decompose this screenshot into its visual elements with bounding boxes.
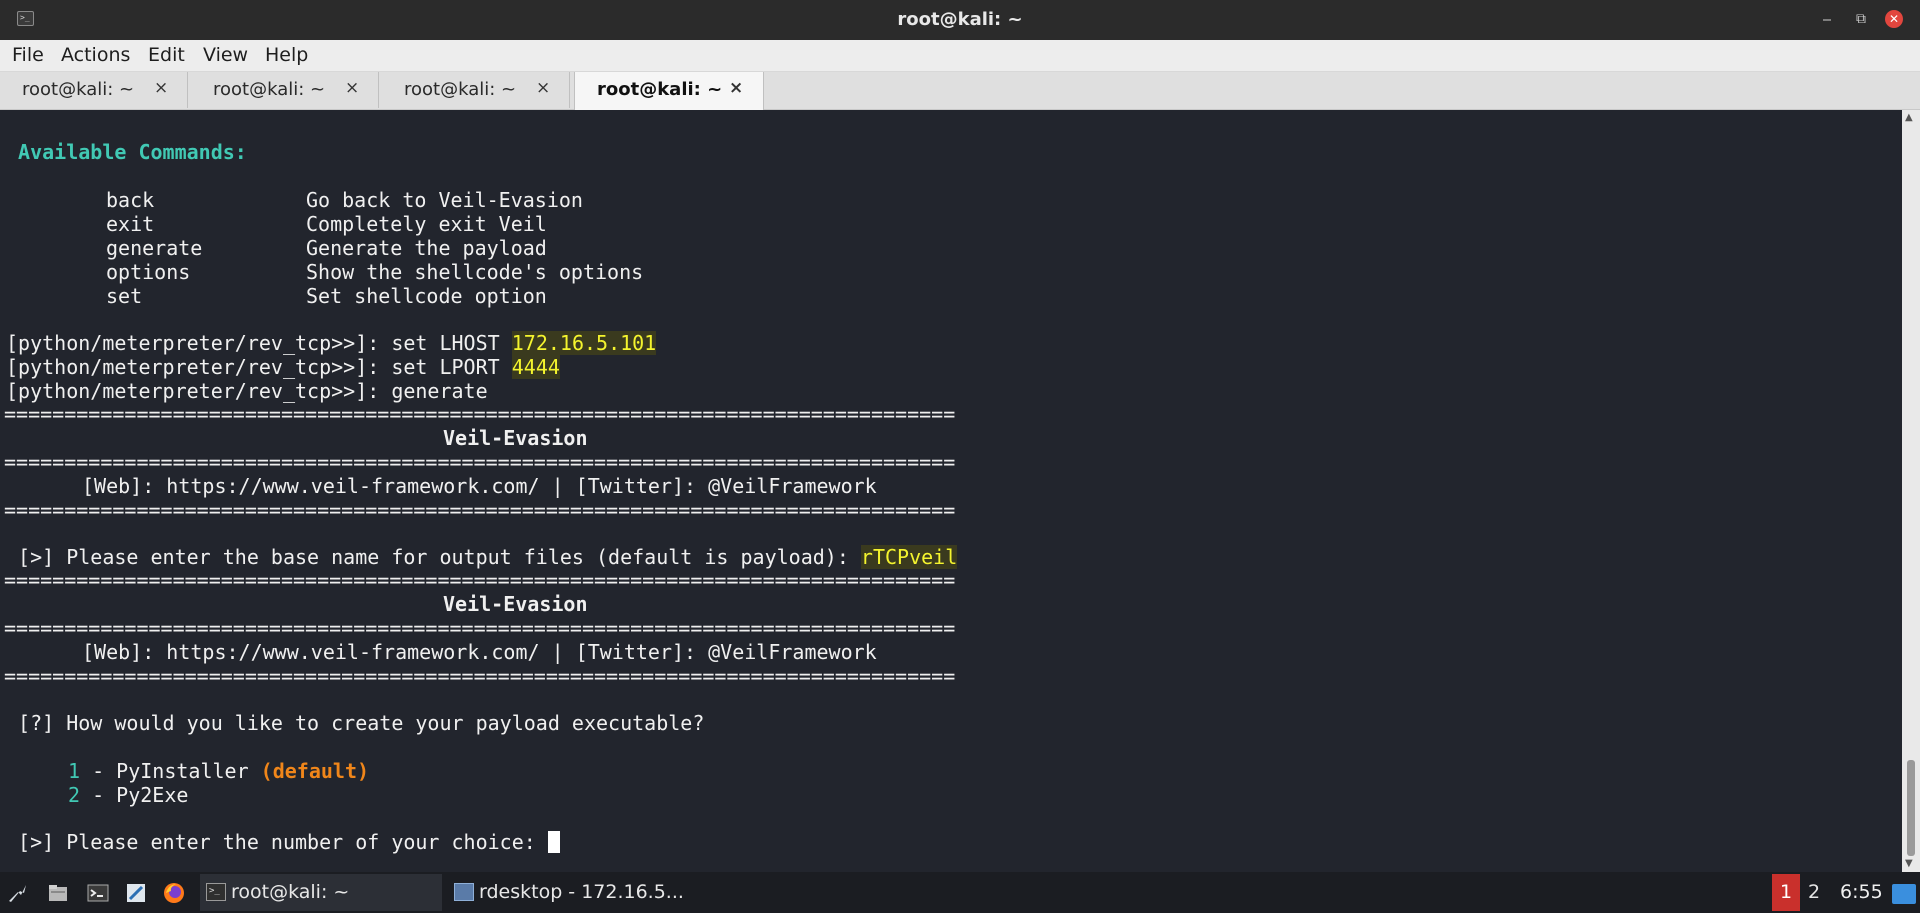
menu-bar: File Actions Edit View Help [0, 40, 1920, 72]
tab-label: root@kali: ~ [597, 79, 723, 100]
prompt-line-generate: [python/meterpreter/rev_tcp>>]: generate [6, 379, 488, 403]
command-desc: Completely exit Veil [306, 212, 547, 236]
tab-3[interactable]: root@kali: ~ × [382, 72, 570, 108]
lport-value: 4444 [511, 355, 560, 379]
prompt-line-lhost: [python/meterpreter/rev_tcp>>]: set LHOS… [6, 331, 657, 355]
menu-help[interactable]: Help [265, 44, 308, 66]
command-desc: Set shellcode option [306, 284, 547, 308]
tab-close-icon[interactable]: × [154, 78, 168, 98]
rdesktop-task-icon [454, 883, 474, 901]
command-name: set [106, 284, 143, 308]
option-default-tag: (default) [260, 759, 370, 783]
terminal-window: >_ root@kali: ~ ⎯ ⧉ ✕ File Actions Edit … [0, 0, 1920, 872]
tab-4-active[interactable]: root@kali: ~ × [574, 72, 764, 110]
kali-menu-icon[interactable] [6, 881, 30, 905]
tab-bar: root@kali: ~ × root@kali: ~ × root@kali:… [0, 72, 1920, 110]
payload-question: [?] How would you like to create your pa… [6, 711, 705, 735]
menu-actions[interactable]: Actions [61, 44, 130, 66]
window-title: root@kali: ~ [897, 9, 1023, 30]
option-label: - PyInstaller [80, 759, 261, 783]
task-label: rdesktop - 172.16.5... [479, 881, 684, 903]
vertical-scrollbar[interactable]: ▲ ▼ [1902, 110, 1920, 872]
workspace-1-button[interactable]: 1 [1772, 874, 1800, 911]
banner-title: Veil-Evasion [443, 426, 588, 450]
option-number: 2 [68, 783, 81, 807]
command-text: set LHOST [391, 331, 512, 355]
tab-label: root@kali: ~ [22, 79, 135, 100]
prompt: [python/meterpreter/rev_tcp>>]: [6, 331, 392, 355]
tab-label: root@kali: ~ [404, 79, 517, 100]
text-cursor [547, 831, 560, 853]
maximize-button[interactable]: ⧉ [1850, 8, 1872, 30]
command-name: exit [106, 212, 155, 236]
banner-links: [Web]: https://www.veil-framework.com/ |… [82, 640, 877, 664]
task-terminal[interactable]: >_ root@kali: ~ [200, 874, 442, 911]
minimize-button[interactable]: ⎯ [1816, 8, 1838, 30]
command-desc: Show the shellcode's options [306, 260, 644, 284]
command-desc: Go back to Veil-Evasion [306, 188, 583, 212]
choice-prompt-line: [>] Please enter the number of your choi… [6, 830, 560, 854]
menu-edit[interactable]: Edit [148, 44, 185, 66]
task-label: root@kali: ~ [231, 881, 350, 903]
scrollbar-thumb[interactable] [1907, 760, 1915, 856]
banner-title: Veil-Evasion [443, 592, 588, 616]
file-manager-icon[interactable] [46, 881, 70, 905]
separator-line: ========================================… [4, 450, 956, 474]
tab-close-icon[interactable]: × [536, 78, 550, 98]
command-desc: Generate the payload [306, 236, 547, 260]
scroll-down-arrow-icon[interactable]: ▼ [1905, 858, 1913, 869]
option-number: 1 [68, 759, 81, 783]
basename-prompt-line: [>] Please enter the base name for outpu… [6, 545, 958, 569]
tab-label: root@kali: ~ [213, 79, 326, 100]
task-rdesktop[interactable]: rdesktop - 172.16.5... [448, 874, 708, 911]
command-name: back [106, 188, 155, 212]
prompt-line-lport: [python/meterpreter/rev_tcp>>]: set LPOR… [6, 355, 560, 379]
separator-line: ========================================… [4, 498, 956, 522]
separator-line: ========================================… [4, 402, 956, 426]
command-name: generate [106, 236, 203, 260]
prompt: [python/meterpreter/rev_tcp>>]: [6, 355, 392, 379]
close-button[interactable]: ✕ [1885, 10, 1903, 28]
banner-links: [Web]: https://www.veil-framework.com/ |… [82, 474, 877, 498]
tab-close-icon[interactable]: × [729, 78, 743, 98]
firefox-icon[interactable] [162, 881, 186, 905]
text-editor-icon[interactable] [124, 881, 148, 905]
option-line: 2 - Py2Exe [68, 783, 188, 807]
option-label: - Py2Exe [80, 783, 189, 807]
separator-line: ========================================… [4, 664, 956, 688]
taskbar: >_ root@kali: ~ rdesktop - 172.16.5... 1… [0, 872, 1920, 913]
lhost-value: 172.16.5.101 [511, 331, 657, 355]
prompt: [python/meterpreter/rev_tcp>>]: [6, 379, 392, 403]
notification-icon[interactable] [1892, 884, 1916, 904]
choice-prompt: [>] Please enter the number of your choi… [6, 830, 548, 854]
basename-prompt: [>] Please enter the base name for outpu… [6, 545, 861, 569]
terminal-output[interactable]: Available Commands: back Go back to Veil… [0, 110, 1902, 872]
clock[interactable]: 6:55 [1840, 881, 1883, 903]
option-line: 1 - PyInstaller (default) [68, 759, 369, 783]
command-text: set LPORT [391, 355, 512, 379]
command-text: generate [391, 379, 488, 403]
menu-view[interactable]: View [203, 44, 248, 66]
menu-file[interactable]: File [12, 44, 44, 66]
basename-value: rTCPveil [860, 545, 958, 569]
separator-line: ========================================… [4, 616, 956, 640]
tab-close-icon[interactable]: × [345, 78, 359, 98]
scroll-up-arrow-icon[interactable]: ▲ [1905, 112, 1913, 123]
separator-line: ========================================… [4, 568, 956, 592]
available-commands-header: Available Commands: [6, 140, 247, 164]
terminal-task-icon: >_ [206, 883, 226, 901]
workspace-2-button[interactable]: 2 [1808, 881, 1820, 903]
title-bar[interactable]: >_ root@kali: ~ ⎯ ⧉ ✕ [0, 0, 1920, 40]
tab-2[interactable]: root@kali: ~ × [191, 72, 379, 108]
tab-1[interactable]: root@kali: ~ × [0, 72, 188, 108]
terminal-icon[interactable] [86, 881, 110, 905]
command-name: options [106, 260, 191, 284]
